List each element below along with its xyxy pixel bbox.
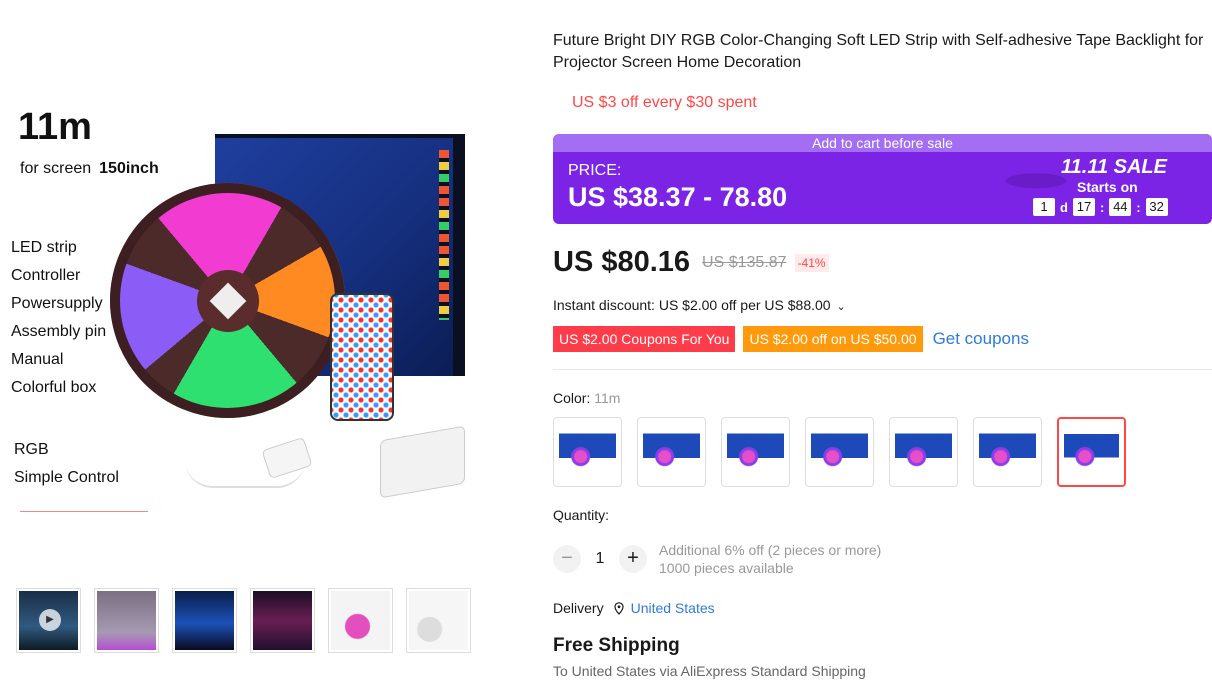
contents-item: LED strip <box>11 239 77 256</box>
thumbnail-strip <box>16 588 471 653</box>
instant-discount-text: Instant discount: US $2.00 off per US $8… <box>553 297 831 313</box>
contents-item: Powersupply <box>11 295 103 312</box>
coupon-row: US $2.00 Coupons For You US $2.00 off on… <box>553 326 1029 352</box>
controller-illustration <box>261 436 313 480</box>
countdown-minutes: 44 <box>1109 198 1132 216</box>
coupon-store[interactable]: US $2.00 Coupons For You <box>553 326 736 352</box>
color-option[interactable] <box>805 417 874 487</box>
thumbnail[interactable] <box>172 588 237 653</box>
countdown-hours: 17 <box>1072 198 1095 216</box>
color-option[interactable] <box>637 417 706 487</box>
color-option[interactable] <box>973 417 1042 487</box>
sale-event-name: 11.11 SALE <box>1061 156 1167 178</box>
location-pin-icon <box>613 601 624 615</box>
discount-badge: -41% <box>794 253 829 272</box>
color-option[interactable] <box>721 417 790 487</box>
feature-item: Simple Control <box>14 469 119 486</box>
quantity-input[interactable]: 1 <box>581 550 619 568</box>
sale-countdown: 1 d 17 : 44 : 32 <box>1033 198 1168 216</box>
contents-item: Controller <box>11 267 81 284</box>
color-option[interactable] <box>553 417 622 487</box>
sale-banner: Add to cart before sale PRICE: US $38.37… <box>553 134 1212 224</box>
box-color-bars <box>439 150 449 320</box>
shipping-method: To United States via AliExpress Standard… <box>553 663 866 679</box>
delivery-row: Delivery United States <box>553 600 715 616</box>
countdown-days-unit: d <box>1060 199 1068 215</box>
bulk-discount-text: Additional 6% off (2 pieces or more) <box>659 542 882 558</box>
thumbnail[interactable] <box>250 588 315 653</box>
sale-price-range: US $38.37 - 78.80 <box>568 182 788 212</box>
delivery-label: Delivery <box>553 600 604 616</box>
length-label: 11m <box>18 106 92 148</box>
shipping-title: Free Shipping <box>553 635 680 656</box>
product-info: Future Bright DIY RGB Color-Changing Sof… <box>553 30 1212 112</box>
instant-discount[interactable]: Instant discount: US $2.00 off per US $8… <box>553 297 846 313</box>
play-icon <box>19 591 78 650</box>
color-selected-value: 11m <box>594 390 621 406</box>
quantity-info: Additional 6% off (2 pieces or more) 100… <box>659 541 881 577</box>
divider <box>553 369 1212 370</box>
contents-item: Manual <box>11 351 64 368</box>
quantity-increase-button[interactable]: + <box>619 545 647 573</box>
countdown-separator: : <box>1136 199 1141 215</box>
thumbnail[interactable] <box>328 588 393 653</box>
remote-illustration <box>330 293 394 421</box>
quantity-stepper: − 1 + Additional 6% off (2 pieces or mor… <box>553 541 881 577</box>
color-label-text: Color: <box>553 390 591 406</box>
main-product-image[interactable]: 11m for screen 150inch LED strip Controll… <box>0 88 548 548</box>
screen-label-text: for screen <box>20 160 92 177</box>
sale-starts-label: Starts on <box>1077 179 1138 195</box>
sale-banner-notice: Add to cart before sale <box>553 134 1212 152</box>
screen-size: 150inch <box>99 160 159 177</box>
original-price: US $135.87 <box>702 253 787 271</box>
features-list: RGB Simple Control <box>14 436 119 492</box>
store-promo[interactable]: US $3 off every $30 spent <box>572 94 1212 112</box>
countdown-seconds: 32 <box>1145 198 1168 216</box>
contents-item: Colorful box <box>11 379 97 396</box>
quantity-label: Quantity: <box>553 507 610 523</box>
color-swatches <box>553 417 1126 487</box>
chevron-down-icon: ⌄ <box>836 301 846 313</box>
reel-hub <box>197 270 259 332</box>
countdown-days: 1 <box>1033 198 1055 216</box>
coupon-select[interactable]: US $2.00 off on US $50.00 <box>743 326 923 352</box>
thumbnail-video[interactable] <box>16 588 81 653</box>
color-option[interactable] <box>889 417 958 487</box>
screen-label: for screen 150inch <box>20 160 159 178</box>
current-price: US $80.16 <box>553 246 691 278</box>
price-row: US $80.16 US $135.87 -41% <box>553 246 829 279</box>
feature-item: RGB <box>14 441 49 458</box>
delivery-country-link[interactable]: United States <box>631 600 715 616</box>
quantity-decrease-button[interactable]: − <box>553 545 581 573</box>
countdown-separator: : <box>1099 199 1105 215</box>
contents-item: Assembly pin <box>11 323 107 340</box>
stock-available-text: 1000 pieces available <box>659 560 794 576</box>
thumbnail[interactable] <box>94 588 159 653</box>
decorative-line <box>20 511 148 512</box>
thumbnail[interactable] <box>406 588 471 653</box>
get-coupons-link[interactable]: Get coupons <box>933 329 1029 349</box>
package-contents-list: LED strip Controller Powersupply Assembl… <box>11 234 106 402</box>
color-option-selected[interactable] <box>1057 417 1126 487</box>
product-title: Future Bright DIY RGB Color-Changing Sof… <box>553 32 1204 71</box>
sale-price-label: PRICE: <box>568 162 622 179</box>
led-reel-illustration <box>110 183 345 418</box>
power-adapter-illustration <box>380 425 465 499</box>
color-label: Color: 11m <box>553 390 620 406</box>
